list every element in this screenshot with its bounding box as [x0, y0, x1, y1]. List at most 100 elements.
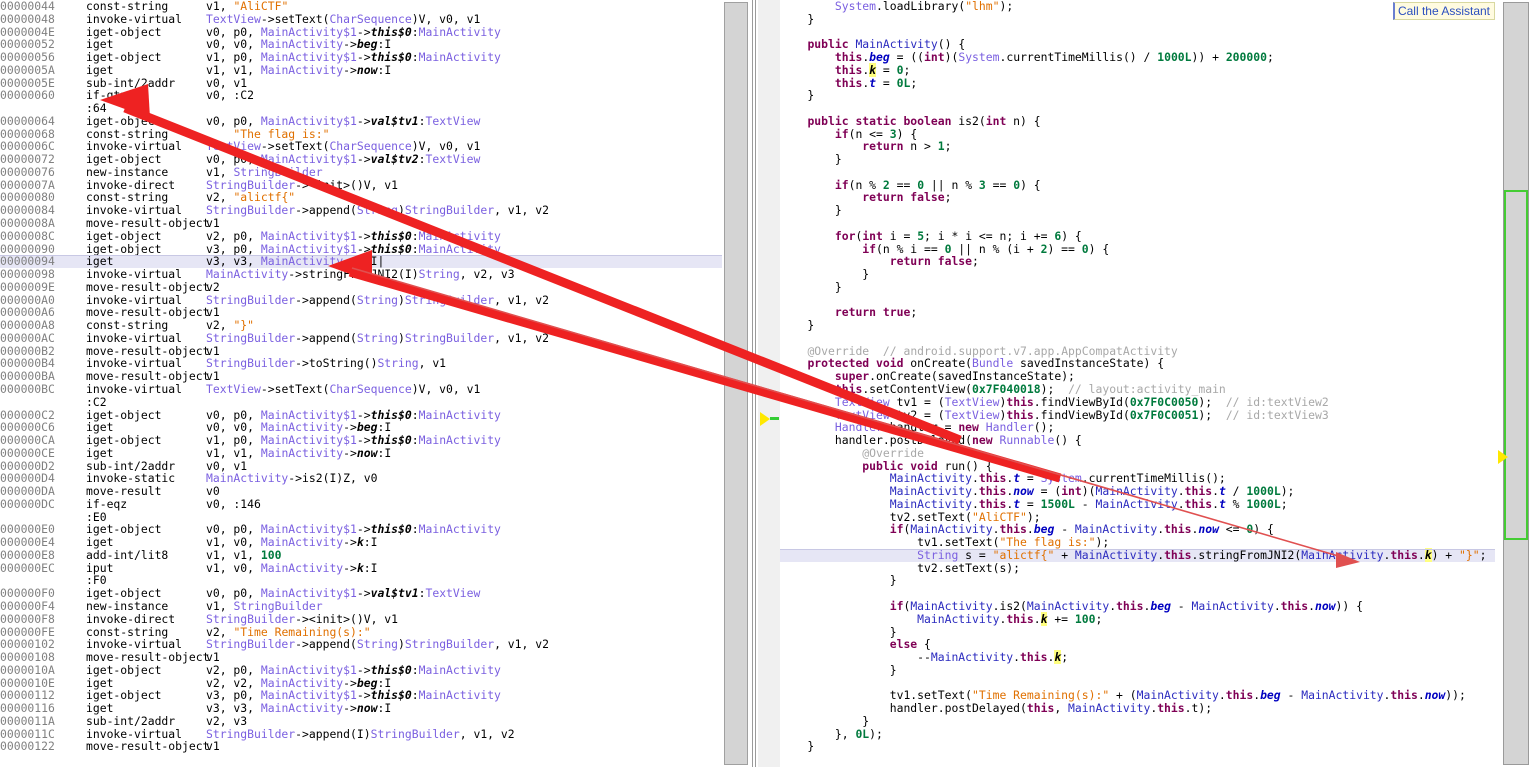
smali-address: 00000122 [0, 739, 55, 754]
smali-mnemonic: new-instance [86, 598, 169, 613]
smali-mnemonic: invoke-virtual [86, 11, 183, 26]
java-line[interactable]: for(int i = 5; i * i <= n; i += 6) { [780, 229, 1495, 243]
smali-address: 0000008A [0, 216, 55, 231]
smali-mnemonic: invoke-virtual [86, 267, 183, 282]
smali-mnemonic: move-result-object [86, 739, 210, 754]
smali-code-listing[interactable]: 00000044 const-string v1, "AliCTF" 00000048… [0, 0, 722, 753]
java-line[interactable]: if(MainActivity.is2(MainActivity.this.be… [780, 600, 1495, 613]
java-line[interactable]: public static boolean is2(int n) { [780, 115, 1495, 128]
java-code-listing[interactable]: System.loadLibrary("lhm"); } public Main… [780, 0, 1495, 753]
java-line[interactable]: } [780, 204, 1495, 217]
smali-address: 0000005A [0, 62, 55, 77]
java-line[interactable]: String s = "alictf{" + MainActivity.this… [780, 547, 1495, 562]
smali-line[interactable]: 000000DC if-eqz v0, :146 [0, 496, 722, 511]
java-line[interactable]: this.t = 0L; [780, 76, 1495, 90]
smali-line[interactable]: 00000064 iget-object v0, p0, MainActivity$… [0, 115, 722, 128]
java-decompile-pane[interactable]: System.loadLibrary("lhm"); } public Main… [780, 0, 1495, 767]
smali-line[interactable]: 000000BC invoke-virtual TextView->setText(… [0, 383, 722, 396]
right-pane-scrollbar[interactable] [1495, 0, 1531, 767]
smali-address: 000000DC [0, 496, 55, 511]
smali-mnemonic: iget-object [86, 433, 162, 448]
smali-mnemonic: move-result-object [86, 216, 210, 231]
smali-address: 000000F8 [0, 611, 55, 626]
smali-mnemonic: iget [86, 445, 114, 460]
java-line[interactable]: this.beg = ((int)(System.currentTimeMill… [780, 51, 1495, 64]
smali-line[interactable]: 00000116 iget v3, v3, MainActivity->now:I [0, 702, 722, 715]
smali-line[interactable]: 000000DA move-result v0 [0, 485, 722, 498]
java-line[interactable]: System.loadLibrary("lhm"); [780, 0, 1495, 13]
java-line[interactable]: } [780, 740, 1495, 753]
java-line[interactable]: } [780, 89, 1495, 102]
java-line[interactable]: handler.postDelayed(this, MainActivity.t… [780, 702, 1495, 715]
smali-mnemonic: invoke-virtual [86, 330, 183, 345]
smali-address: 000000DA [0, 484, 55, 499]
java-line[interactable]: MainActivity.this.t = 1500L - MainActivi… [780, 497, 1495, 511]
smali-address: 000000E8 [0, 547, 55, 562]
java-line[interactable]: } [780, 12, 1495, 26]
smali-address: 000000E4 [0, 535, 55, 550]
smali-operands: StringBuilder->append(String)StringBuild… [206, 330, 549, 345]
smali-mnemonic: const-string [86, 318, 169, 333]
smali-address: 000000F4 [0, 598, 55, 613]
overview-gutter[interactable] [758, 0, 780, 767]
smali-operands: StringBuilder->append(String)StringBuild… [206, 203, 549, 218]
smali-operands: StringBuilder->append(String)StringBuild… [206, 637, 549, 652]
java-line[interactable]: }, 0L); [780, 727, 1495, 741]
smali-line[interactable]: 00000098 invoke-virtual MainActivity->stri… [0, 268, 722, 281]
smali-address: 00000044 [0, 0, 55, 13]
smali-mnemonic: iget-object [86, 662, 162, 677]
java-line[interactable]: } [780, 281, 1495, 294]
smali-address: 00000076 [0, 164, 55, 179]
smali-line[interactable]: 00000060 if-gtz v0, :C2 [0, 89, 722, 102]
java-line[interactable]: return false; [780, 255, 1495, 268]
smali-address: 00000060 [0, 88, 55, 103]
smali-address: 00000064 [0, 113, 55, 128]
smali-address: 0000010A [0, 662, 55, 677]
gutter-marker-dash-icon [770, 417, 779, 420]
java-line[interactable]: return n > 1; [780, 140, 1495, 153]
java-line[interactable]: } [780, 153, 1495, 166]
smali-address: 0000008C [0, 228, 55, 243]
smali-bytecode-pane[interactable]: 00000044 const-string v1, "AliCTF" 00000048… [0, 0, 722, 767]
java-line[interactable] [780, 217, 1495, 230]
smali-line[interactable]: 000000E4 iget v1, v0, MainActivity->k:I [0, 536, 722, 549]
smali-line[interactable]: 000000CE iget v1, v1, MainActivity->now:I [0, 445, 722, 460]
smali-mnemonic: iget [86, 701, 114, 716]
call-the-assistant-button[interactable]: Call the Assistant [1392, 2, 1495, 20]
smali-operands: v1 [206, 739, 220, 754]
java-line[interactable]: return false; [780, 191, 1495, 204]
right-pane-scrollbar-thumb[interactable] [1504, 190, 1528, 540]
java-line[interactable]: } [780, 715, 1495, 728]
smali-address: 0000009E [0, 279, 55, 294]
java-line[interactable]: } [780, 268, 1495, 281]
java-line[interactable]: --MainActivity.this.k; [780, 650, 1495, 665]
java-line[interactable]: } [780, 574, 1495, 587]
smali-operands: MainActivity->stringFromJNI2(I)String, v… [206, 267, 515, 282]
smali-mnemonic: invoke-direct [86, 611, 176, 626]
smali-mnemonic: move-result-object [86, 279, 210, 294]
smali-mnemonic: iget-object [86, 228, 162, 243]
smali-address: 00000098 [0, 267, 55, 282]
smali-line[interactable]: 000000EC iput v1, v0, MainActivity->k:I [0, 560, 722, 575]
smali-address: 00000116 [0, 701, 55, 716]
smali-operands: TextView->setText(CharSequence)V, v0, v1 [206, 381, 481, 396]
smali-mnemonic: iget-object [86, 113, 162, 128]
smali-mnemonic: move-result-object [86, 650, 210, 665]
java-line[interactable]: } [780, 319, 1495, 332]
smali-line[interactable]: 0000005A iget v1, v1, MainActivity->now:I [0, 62, 722, 77]
pane-splitter[interactable] [722, 0, 780, 767]
smali-mnemonic: iget-object [86, 50, 162, 65]
java-line[interactable]: } [780, 664, 1495, 677]
smali-mnemonic: move-result [86, 484, 162, 499]
left-pane-scrollbar-thumb[interactable] [724, 2, 748, 765]
java-line[interactable]: return true; [780, 306, 1495, 319]
smali-address: 00000108 [0, 650, 55, 665]
java-line[interactable]: MainActivity.this.k += 100; [780, 611, 1495, 626]
smali-line[interactable]: 000000AC invoke-virtual StringBuilder->app… [0, 332, 722, 345]
smali-label: :C2 [86, 394, 107, 409]
smali-line[interactable]: 00000122 move-result-objectv1 [0, 740, 722, 753]
java-line[interactable]: this.k = 0; [780, 62, 1495, 77]
smali-operands: v0, :C2 [206, 88, 255, 103]
smali-address: 000000EC [0, 560, 55, 575]
splitter-line-1 [752, 0, 753, 767]
